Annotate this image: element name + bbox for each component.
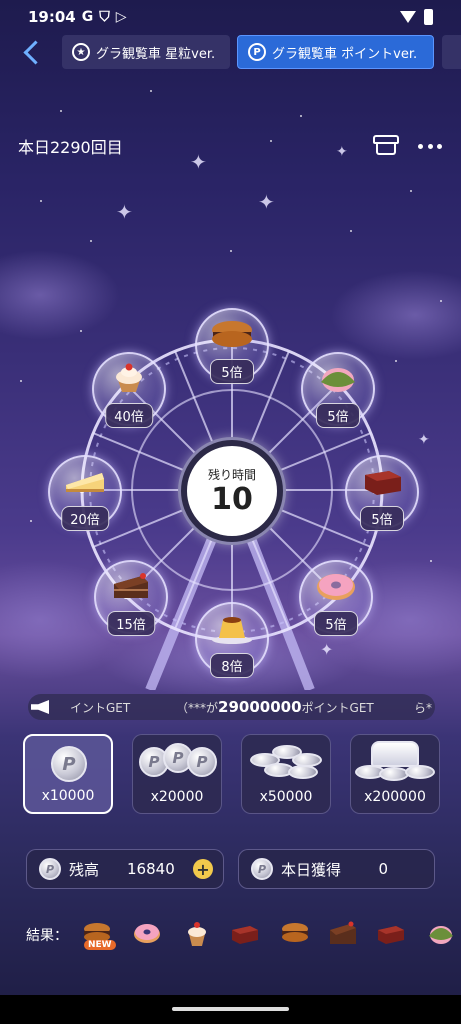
multiplier-label: 15倍 — [107, 611, 155, 636]
bet-button-20000[interactable]: P P P x20000 — [132, 734, 222, 814]
balance-value: 16840 — [127, 860, 175, 878]
shop-icon[interactable] — [373, 133, 399, 157]
tab-point-ver[interactable]: P グラ観覧車 ポイントver. — [237, 35, 434, 69]
coin-stack-icon — [405, 765, 435, 779]
system-nav-bar — [0, 995, 461, 1024]
timer-value: 10 — [211, 481, 253, 517]
results-label: 結果： — [26, 928, 68, 944]
bet-amount: x200000 — [364, 789, 426, 805]
point-coin-icon: P — [51, 746, 87, 782]
cheesecake-icon — [66, 472, 104, 492]
result-donut-icon — [134, 924, 160, 943]
battery-icon — [424, 9, 433, 25]
sakura-mochi-icon — [321, 367, 355, 392]
point-medal-icon: P — [248, 43, 266, 61]
gondola-sakura-mochi: 5倍 — [301, 352, 375, 428]
countdown-hub: 残り時間 10 — [181, 440, 283, 542]
back-button[interactable] — [18, 37, 48, 67]
result-sakura-mochi-icon — [429, 926, 453, 944]
balance-label: 残高 — [69, 860, 100, 879]
donut-icon — [317, 573, 355, 600]
gondola-donut: 5倍 — [299, 560, 373, 636]
bet-button-50000[interactable]: x50000 — [241, 734, 331, 814]
multiplier-label: 40倍 — [105, 403, 153, 428]
tab-label: グラ観覧車 ポイントver. — [272, 46, 418, 62]
tab-star-ver[interactable]: ★ グラ観覧車 星粒ver. — [62, 35, 230, 69]
add-points-button[interactable]: + — [193, 859, 213, 879]
status-time: 19:04 — [28, 8, 76, 26]
bet-amount: x10000 — [41, 788, 95, 804]
bet-amount: x50000 — [259, 789, 313, 805]
today-value: 0 — [378, 860, 388, 878]
yokan-icon — [365, 470, 401, 495]
today-earned-box: P 本日獲得 0 — [238, 849, 435, 889]
ticker-amount: 29000000 — [218, 698, 302, 716]
megaphone-icon — [26, 694, 60, 720]
dorayaki-icon — [212, 320, 252, 347]
result-dorayaki-icon — [282, 923, 308, 942]
gondola-pudding: 8倍 — [195, 602, 269, 678]
new-badge: NEW — [84, 940, 116, 950]
ferris-wheel: 5倍 5倍 5倍 5倍 8倍 15倍 20倍 40倍 残り時間 10 — [0, 290, 461, 690]
gondola-cheesecake: 20倍 — [48, 455, 122, 531]
gondola-cupcake: 40倍 — [92, 352, 166, 428]
winner-ticker: イントGET （***が29000000ポイントGET ら* — [28, 694, 435, 720]
tab-label: グラ観覧車 星粒ver. — [96, 46, 216, 62]
home-gesture-bar[interactable] — [172, 1007, 289, 1011]
multiplier-label: 8倍 — [210, 653, 254, 678]
result-yokan-icon — [232, 926, 258, 944]
daily-count: 本日2290回目 — [18, 138, 123, 157]
ticker-current: （***が29000000ポイントGET — [176, 698, 374, 716]
multiplier-label: 5倍 — [210, 359, 254, 384]
multiplier-label: 5倍 — [360, 506, 404, 531]
gondola-dorayaki: 5倍 — [195, 308, 269, 384]
point-coin-icon: P — [39, 858, 61, 880]
google-icon: G — [81, 9, 94, 25]
cupcake-icon — [116, 363, 142, 392]
balance-box: P 残高 16840 + — [26, 849, 224, 889]
timer-label: 残り時間 — [207, 467, 256, 482]
gondola-chocolate-cake: 15倍 — [94, 560, 168, 636]
wifi-icon — [400, 11, 416, 23]
multiplier-label: 5倍 — [314, 611, 358, 636]
pudding-icon — [212, 616, 252, 644]
result-cupcake-icon — [188, 922, 206, 946]
bet-button-10000[interactable]: P x10000 — [23, 734, 113, 814]
bet-button-200000[interactable]: x200000 — [350, 734, 440, 814]
result-yokan-icon — [378, 926, 404, 944]
gondola-yokan: 5倍 — [345, 455, 419, 531]
bet-amount: x20000 — [150, 789, 204, 805]
tab-more[interactable] — [442, 35, 461, 69]
shield-icon: ⛉ — [99, 9, 110, 25]
result-chocolate-cake-icon — [330, 921, 356, 944]
coin-stack-icon — [288, 765, 318, 779]
point-coin-icon: P — [251, 858, 273, 880]
top-nav: ★ グラ観覧車 星粒ver. P グラ観覧車 ポイントver. — [0, 33, 461, 73]
ticker-prev: イントGET — [70, 700, 131, 715]
today-label: 本日獲得 — [281, 860, 342, 879]
treasure-chest-icon — [371, 741, 419, 767]
play-icon: ▷ — [115, 9, 127, 25]
status-bar: 19:04 G ⛉ ▷ — [0, 0, 461, 34]
multiplier-label: 5倍 — [316, 403, 360, 428]
star-medal-icon: ★ — [72, 43, 90, 61]
chocolate-cake-icon — [114, 572, 148, 598]
point-coin-icon: P — [187, 747, 217, 777]
ticker-next: ら* — [414, 700, 433, 715]
more-options-icon[interactable] — [418, 144, 442, 150]
multiplier-label: 20倍 — [61, 506, 109, 531]
coin-stack-icon — [379, 767, 409, 781]
